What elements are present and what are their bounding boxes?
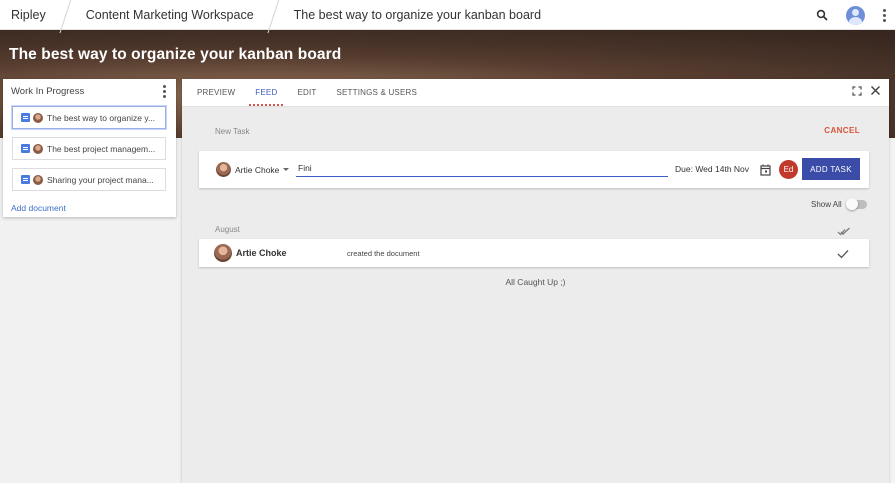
- show-all-toggle[interactable]: Show All: [811, 198, 867, 210]
- document-item[interactable]: Sharing your project mana...: [12, 168, 166, 191]
- new-task-card: Artie Choke Due: Wed 14th Nov Ed ADD TAS…: [199, 151, 869, 188]
- tab-settings-users[interactable]: SETTINGS & USERS: [326, 78, 427, 106]
- search-icon[interactable]: [807, 0, 837, 30]
- cancel-button[interactable]: CANCEL: [824, 126, 860, 135]
- document-item-label: The best way to organize y...: [47, 112, 156, 123]
- task-input[interactable]: [296, 159, 668, 177]
- document-item[interactable]: The best project managem...: [12, 137, 166, 160]
- document-item-label: The best project managem...: [47, 143, 156, 154]
- feed-item: Artie Choke created the document: [199, 239, 869, 267]
- document-icon: [21, 175, 30, 184]
- avatar: [33, 143, 43, 154]
- assignee-badge[interactable]: Ed: [779, 160, 798, 179]
- fullscreen-icon[interactable]: [852, 85, 862, 96]
- show-all-label: Show All: [811, 200, 842, 209]
- check-icon[interactable]: [837, 246, 849, 264]
- account-avatar[interactable]: [837, 0, 873, 30]
- breadcrumb-separator: [60, 0, 72, 30]
- more-vert-icon[interactable]: [163, 85, 166, 98]
- toggle-switch[interactable]: [845, 198, 867, 210]
- tab-feed[interactable]: FEED: [245, 78, 287, 106]
- feed-user-name: Artie Choke: [236, 248, 287, 258]
- tab-bar: PREVIEW FEED EDIT SETTINGS & USERS: [182, 79, 889, 107]
- tab-preview[interactable]: PREVIEW: [187, 78, 245, 106]
- new-task-label: New Task: [215, 127, 250, 136]
- close-icon[interactable]: [870, 85, 881, 96]
- add-task-button[interactable]: ADD TASK: [802, 158, 860, 180]
- tab-edit[interactable]: EDIT: [287, 78, 326, 106]
- top-bar: Ripley Content Marketing Workspace The b…: [0, 0, 895, 30]
- assignee-name: Artie Choke: [235, 164, 280, 175]
- avatar: [33, 174, 43, 185]
- avatar: [33, 112, 43, 123]
- work-in-progress-card: Work In Progress The best way to organiz…: [3, 79, 176, 217]
- left-panel-header: Work In Progress: [3, 79, 176, 103]
- all-caught-up-text: All Caught Up ;): [505, 277, 566, 287]
- breadcrumb-app[interactable]: Ripley: [0, 0, 60, 30]
- due-date[interactable]: Due: Wed 14th Nov: [675, 164, 749, 174]
- more-vert-icon[interactable]: [873, 0, 895, 30]
- feed-month-heading: August: [215, 225, 240, 234]
- document-item[interactable]: The best way to organize y...: [12, 106, 166, 129]
- avatar: [214, 244, 232, 262]
- add-document-link[interactable]: Add document: [11, 203, 66, 213]
- avatar: [216, 162, 231, 177]
- breadcrumb-document[interactable]: The best way to organize your kanban boa…: [280, 0, 555, 30]
- breadcrumb-separator: [268, 0, 280, 30]
- document-item-label: Sharing your project mana...: [47, 174, 154, 185]
- main-panel: PREVIEW FEED EDIT SETTINGS & USERS New T…: [182, 79, 889, 483]
- document-icon: [21, 144, 30, 153]
- assignee-dropdown[interactable]: Artie Choke: [216, 162, 290, 177]
- chevron-down-icon: [283, 168, 290, 171]
- feed-action-text: created the document: [347, 249, 420, 258]
- hero-title: The best way to organize your kanban boa…: [9, 46, 342, 63]
- breadcrumb-workspace[interactable]: Content Marketing Workspace: [72, 0, 268, 30]
- left-panel-title: Work In Progress: [11, 85, 85, 97]
- calendar-icon[interactable]: [760, 163, 771, 181]
- document-icon: [21, 113, 30, 122]
